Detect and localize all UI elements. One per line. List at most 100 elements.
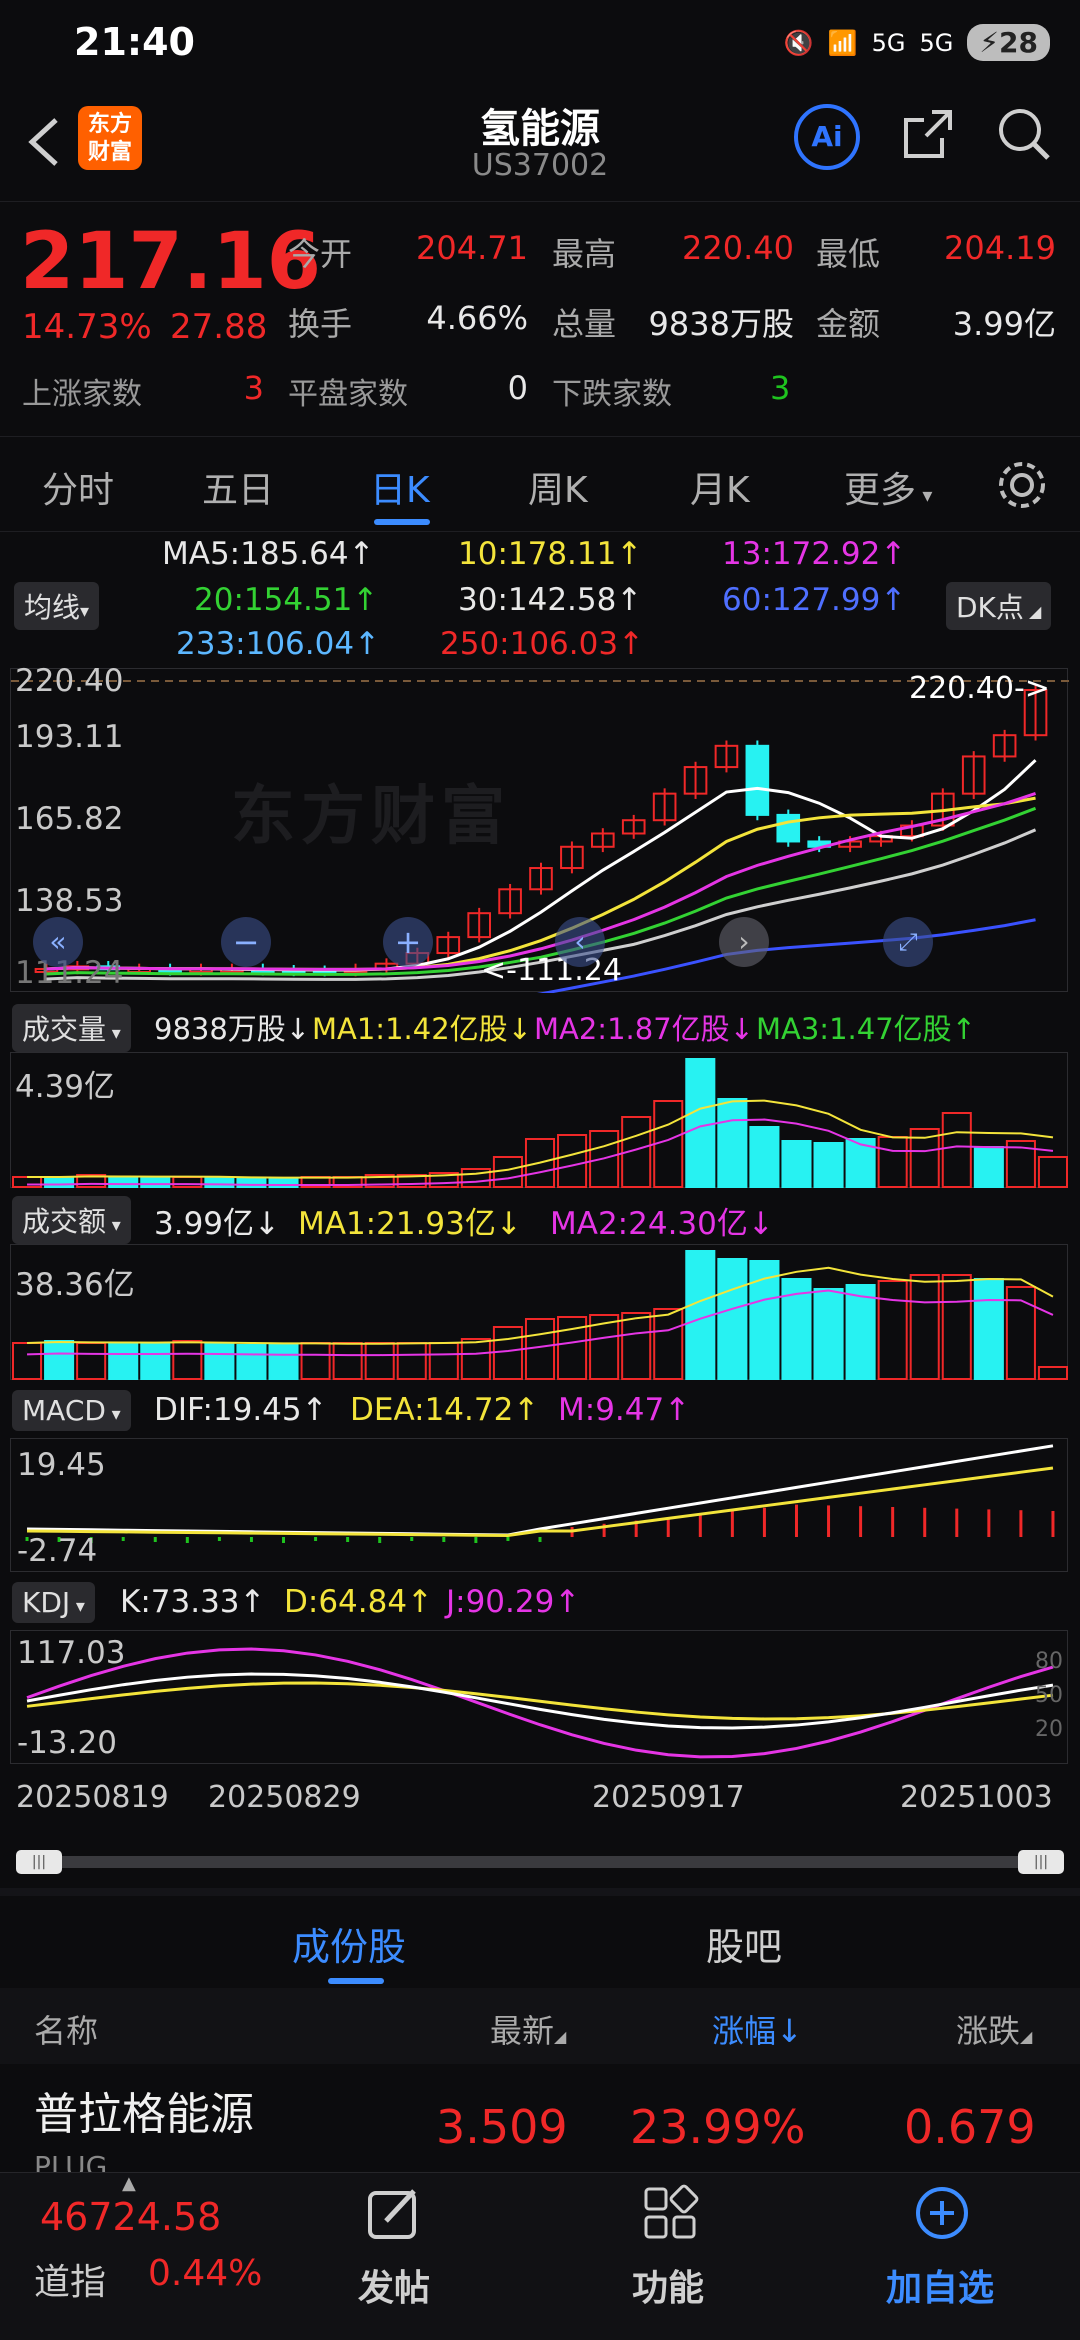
macd-chart: 19.45 -2.74: [10, 1438, 1068, 1572]
scroll-left-icon[interactable]: ‹: [555, 917, 605, 967]
volume-bar: [941, 1112, 972, 1188]
date-label-4: 20251003: [900, 1780, 1053, 1815]
ma2-line: [27, 1289, 1054, 1357]
volume-bar: [172, 1340, 203, 1380]
amount-y-label: 38.36亿: [15, 1267, 135, 1303]
ai-button[interactable]: Ai: [794, 104, 860, 170]
tab-weekly-k[interactable]: 周K: [528, 461, 588, 513]
stock-pct: 23.99%: [630, 2100, 806, 2154]
volume-bar: [172, 1176, 203, 1188]
macd-svg: [25, 1444, 1055, 1543]
column-pct[interactable]: 涨幅↓: [712, 2006, 803, 2052]
ma-selector[interactable]: 均线▾: [14, 582, 100, 630]
volume-bar: [845, 1284, 876, 1380]
volume-bar: [12, 1342, 43, 1380]
status-icons: 🔇 📶 5G 5G ⚡28: [784, 24, 1050, 61]
chart-range-scrollbar[interactable]: [16, 1856, 1064, 1868]
amount-svg: [12, 1250, 1069, 1380]
volume-bar: [396, 1342, 427, 1380]
quote-summary: 217.16 14.73% 27.88 今开 204.71 最高 220.40 …: [0, 203, 1080, 435]
tab-daily-k[interactable]: 日K: [370, 461, 430, 513]
date-label-2: 20250829: [208, 1780, 361, 1815]
range-handle-right[interactable]: |||: [1018, 1850, 1064, 1874]
volume-bar: [236, 1344, 267, 1380]
tab-forum[interactable]: 股吧: [706, 1916, 782, 1971]
kline-y-label-4: 138.53: [15, 883, 124, 919]
function-grid-icon[interactable]: [640, 2183, 700, 2243]
volume-bar: [268, 1344, 299, 1380]
volume-ma2: MA2:1.87亿股↓: [534, 1012, 754, 1046]
post-button[interactable]: 发帖: [358, 2259, 430, 2311]
tab-intraday[interactable]: 分时: [42, 461, 114, 513]
sort-icon: ◢: [554, 2027, 567, 2046]
ma30-legend: 30:142.58↑: [458, 582, 643, 618]
ma-selector-label: 均线: [24, 591, 81, 624]
scroll-right-icon[interactable]: ›: [719, 917, 769, 967]
ma13-legend: 13:172.92↑: [722, 536, 907, 572]
tab-five-day[interactable]: 五日: [202, 461, 274, 513]
range-handle-left[interactable]: |||: [16, 1850, 62, 1874]
kdj-chart: 117.03 -13.20 80 50 20: [10, 1630, 1068, 1764]
fullscreen-icon[interactable]: ⤢: [883, 917, 933, 967]
kdj-level-20: 20: [1035, 1717, 1063, 1742]
amount-selector[interactable]: 成交额 ▾: [12, 1196, 131, 1244]
kdj-k: K:73.33↑: [120, 1584, 266, 1620]
j-line: [26, 1647, 1054, 1759]
kdj-level-50: 50: [1035, 1683, 1063, 1708]
scroll-left-fast-icon[interactable]: «: [33, 917, 83, 967]
app-header: 东方 财富 氢能源 US37002 Ai: [0, 90, 1080, 202]
tab-constituents[interactable]: 成份股: [292, 1916, 406, 1971]
dk-point-label: DK点: [956, 591, 1024, 624]
add-circle-icon[interactable]: [912, 2183, 972, 2243]
add-watchlist-button[interactable]: 加自选: [886, 2259, 994, 2311]
volume-chart: 4.39亿: [10, 1052, 1069, 1188]
settings-gear-icon[interactable]: [994, 457, 1050, 513]
kdj-d: D:64.84↑: [284, 1584, 434, 1620]
volume-value: 9838万股: [648, 305, 794, 343]
min-price-marker: <-111.24: [481, 953, 622, 988]
last-price: 217.16: [20, 217, 321, 307]
index-value[interactable]: 46724.58: [40, 2195, 221, 2239]
tab-more[interactable]: 更多 ▾: [844, 461, 932, 513]
candle: [745, 744, 770, 816]
stock-name: 普拉格能源: [34, 2089, 254, 2140]
tab-more-label: 更多: [844, 470, 917, 511]
zoom-in-icon[interactable]: +: [383, 917, 433, 967]
list-item[interactable]: 普拉格能源 PLUG 3.509 23.99% 0.679: [0, 2066, 1080, 2183]
date-label-1: 20250819: [16, 1780, 169, 1815]
share-icon[interactable]: [898, 104, 958, 164]
dk-point-button[interactable]: DK点 ◢: [946, 582, 1052, 630]
volume-bar: [76, 1342, 107, 1380]
status-time: 21:40: [74, 20, 195, 64]
kdj-selector[interactable]: KDJ ▾: [12, 1582, 95, 1623]
battery-icon: ⚡28: [967, 24, 1050, 61]
kdj-j: J:90.29↑: [446, 1584, 581, 1620]
caret-down-icon: ▾: [80, 601, 90, 622]
mute-icon: 🔇: [783, 28, 814, 57]
ma233-legend: 233:106.04↑: [176, 626, 381, 662]
active-subtab-indicator: [328, 1978, 384, 1984]
macd-dif: DIF:19.45↑: [154, 1392, 328, 1428]
caret-down-icon: ▾: [106, 1215, 121, 1236]
column-latest[interactable]: 最新◢: [490, 2006, 566, 2052]
volume-bar: [685, 1058, 716, 1188]
stock-chg: 0.679: [904, 2100, 1036, 2154]
volume-bar: [941, 1274, 972, 1380]
column-chg[interactable]: 涨跌◢: [956, 2006, 1032, 2052]
volume-label: 总量: [552, 305, 617, 343]
ma250-legend: 250:106.03↑: [440, 626, 645, 662]
volume-bar: [204, 1177, 235, 1188]
search-icon[interactable]: [994, 104, 1054, 164]
index-name: 道指: [34, 2262, 107, 2303]
volume-selector[interactable]: 成交量 ▾: [12, 1004, 131, 1052]
caret-down-icon: ▾: [70, 1596, 85, 1617]
active-tab-indicator: [374, 519, 430, 525]
index-pct: 0.44%: [148, 2253, 263, 2294]
edit-icon[interactable]: [364, 2183, 424, 2243]
tab-monthly-k[interactable]: 月K: [690, 461, 750, 513]
function-button[interactable]: 功能: [632, 2259, 704, 2311]
macd-selector[interactable]: MACD ▾: [12, 1390, 131, 1431]
kline-chart[interactable]: 东方财富 220.40 193.11 165.82 138.53 111.24 …: [10, 663, 1069, 993]
date-label-3: 20250917: [592, 1780, 745, 1815]
zoom-out-icon[interactable]: −: [221, 917, 271, 967]
